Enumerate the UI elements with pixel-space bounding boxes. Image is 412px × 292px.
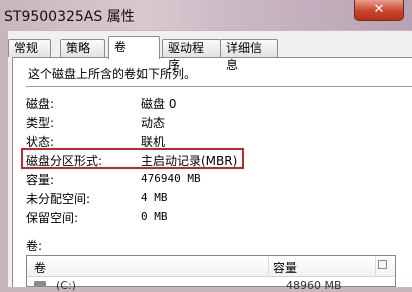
volumes-list-header bbox=[27, 256, 395, 277]
volumes-label: 卷: bbox=[26, 239, 43, 253]
volume-size: 48960 MB bbox=[286, 279, 342, 292]
column-divider[interactable] bbox=[268, 256, 269, 276]
capacity-value: 476940 MB bbox=[141, 172, 201, 185]
tab-details[interactable]: 详细信息 bbox=[220, 39, 278, 72]
unallocated-value: 4 MB bbox=[141, 191, 168, 204]
disk-value: 磁盘 0 bbox=[141, 97, 177, 111]
type-value: 动态 bbox=[141, 116, 166, 130]
column-header-capacity[interactable]: 容量 bbox=[273, 259, 297, 276]
intro-text: 这个磁盘上所含的卷如下所列。 bbox=[28, 67, 197, 81]
close-button[interactable]: ✕ bbox=[354, 0, 404, 21]
reserved-value: 0 MB bbox=[141, 210, 168, 223]
disk-label: 磁盘: bbox=[26, 97, 55, 111]
unallocated-label: 未分配空间: bbox=[26, 192, 91, 206]
type-label: 类型: bbox=[26, 116, 55, 130]
tab-general[interactable]: 常规 bbox=[8, 39, 51, 57]
tab-volumes[interactable]: 卷 bbox=[108, 36, 160, 59]
tab-policies[interactable]: 策略 bbox=[60, 39, 105, 57]
tab-page-volumes bbox=[12, 57, 412, 287]
capacity-label: 容量: bbox=[26, 173, 55, 187]
reserved-label: 保留空间: bbox=[26, 211, 79, 225]
column-header-volume[interactable]: 卷 bbox=[34, 259, 46, 276]
volume-name[interactable]: (C:) bbox=[56, 279, 76, 292]
separator bbox=[26, 86, 412, 87]
column-divider[interactable] bbox=[375, 256, 376, 276]
highlight-box bbox=[21, 148, 244, 169]
tab-driver[interactable]: 驱动程序 bbox=[162, 39, 221, 72]
column-options-icon[interactable] bbox=[378, 260, 387, 269]
window-title: ST9500325AS 属性 bbox=[4, 9, 135, 25]
drive-icon bbox=[34, 281, 46, 287]
